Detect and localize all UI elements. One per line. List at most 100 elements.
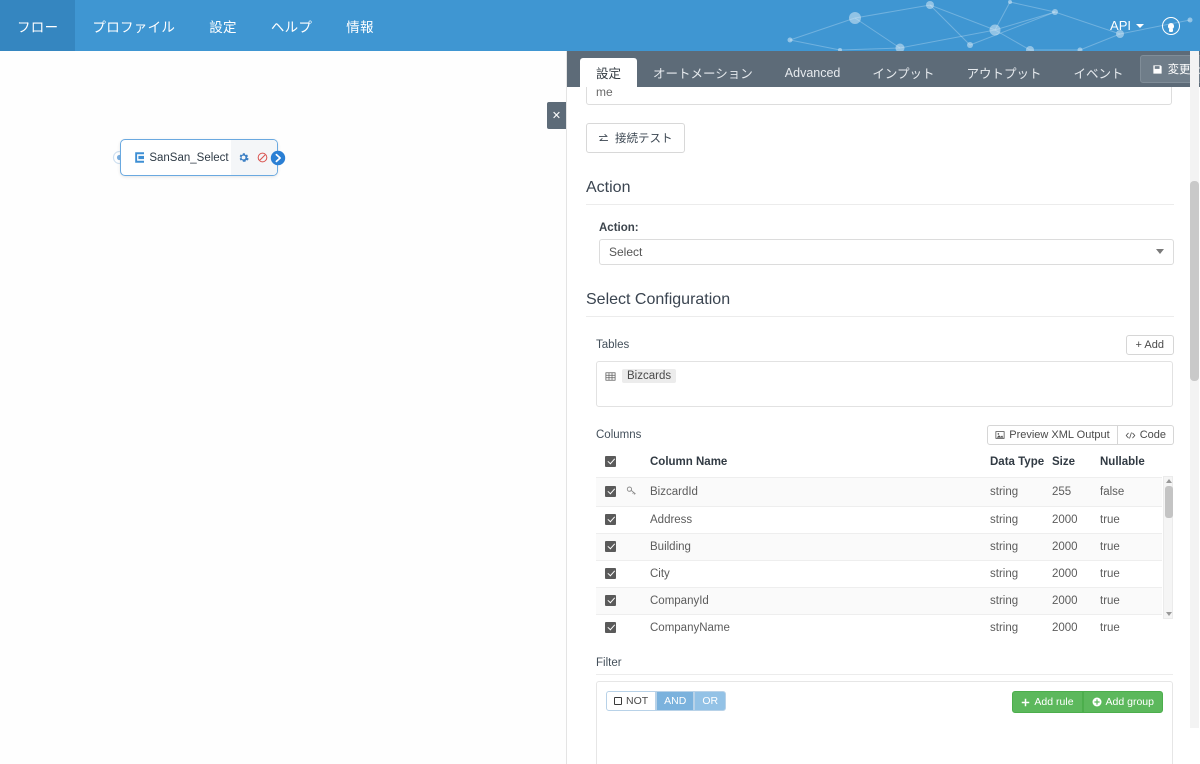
table-row[interactable]: Address string 2000 true — [596, 506, 1162, 534]
code-view-button[interactable]: Code — [1117, 425, 1174, 445]
row-data-type: string — [990, 614, 1052, 641]
add-group-button[interactable]: Add group — [1082, 691, 1163, 713]
tab-settings[interactable]: 設定 — [580, 58, 638, 87]
user-avatar-icon[interactable] — [1162, 16, 1180, 35]
node-output-port-icon[interactable] — [270, 150, 286, 166]
row-size: 2000 — [1052, 587, 1100, 615]
row-size: 2000 — [1052, 614, 1100, 641]
connection-test-button[interactable]: 接続テスト — [586, 123, 685, 153]
row-nullable: true — [1100, 533, 1162, 561]
image-preview-icon — [995, 431, 1005, 439]
gear-icon[interactable] — [238, 152, 249, 163]
plus-icon — [1022, 698, 1030, 706]
table-row[interactable]: City string 2000 true — [596, 560, 1162, 588]
row-nullable: true — [1100, 587, 1162, 615]
table-item-bizcards[interactable]: Bizcards — [605, 369, 677, 383]
table-row[interactable]: CompanyId string 2000 true — [596, 587, 1162, 615]
preview-xml-output-button[interactable]: Preview XML Output — [987, 425, 1118, 445]
not-square-icon — [614, 697, 622, 705]
row-size: 255 — [1052, 477, 1100, 507]
filter-and-label: AND — [664, 695, 687, 707]
nav-item-profile[interactable]: プロファイル — [75, 0, 192, 51]
row-column-name: BizcardId — [650, 477, 990, 507]
columns-header-row: Columns Preview XML Output Code — [596, 425, 1174, 445]
table-row[interactable]: Building string 2000 true — [596, 533, 1162, 561]
panel-scrollbar[interactable] — [1190, 51, 1199, 728]
nav-item-settings[interactable]: 設定 — [192, 0, 254, 51]
row-nullable: true — [1100, 560, 1162, 588]
columns-label: Columns — [596, 429, 642, 441]
row-data-type: string — [990, 477, 1052, 507]
add-group-label: Add group — [1105, 696, 1154, 708]
flow-node-sansan-select[interactable]: SanSan_Select — [120, 139, 278, 176]
nav-item-info[interactable]: 情報 — [329, 0, 391, 51]
columns-scrollbar-thumb[interactable] — [1165, 486, 1173, 518]
chevron-down-icon — [1136, 23, 1144, 28]
filter-or-button[interactable]: OR — [694, 691, 727, 711]
nullable-header: Nullable — [1100, 456, 1145, 468]
sansan-connector-icon — [132, 151, 147, 164]
tab-input[interactable]: インプット — [856, 58, 950, 87]
row-checkbox[interactable] — [605, 568, 616, 579]
circle-plus-icon — [1092, 697, 1102, 707]
panel-scrollbar-thumb[interactable] — [1190, 181, 1199, 381]
tab-events[interactable]: イベント — [1058, 58, 1140, 87]
row-checkbox[interactable] — [605, 541, 616, 552]
tab-label-automation: オートメーション — [653, 67, 753, 81]
row-data-type: string — [990, 506, 1052, 534]
filter-or-label: OR — [702, 695, 719, 707]
scroll-up-arrow-icon[interactable] — [1166, 479, 1172, 483]
filter-label: Filter — [596, 657, 1173, 675]
row-key-cell — [626, 533, 650, 561]
column-name-header: Column Name — [650, 456, 728, 468]
scroll-down-arrow-icon[interactable] — [1166, 612, 1172, 616]
row-checkbox[interactable] — [605, 514, 616, 525]
columns-action-buttons: Preview XML Output Code — [987, 425, 1174, 445]
filter-and-button[interactable]: AND — [656, 691, 695, 711]
row-checkbox[interactable] — [605, 486, 616, 497]
api-dropdown[interactable]: API — [1110, 18, 1144, 33]
tables-list-box[interactable]: Bizcards — [596, 361, 1173, 407]
panel-collapse-close-button[interactable]: ✕ — [547, 102, 566, 129]
row-checkbox-cell — [596, 614, 626, 641]
add-table-button[interactable]: + Add — [1125, 335, 1174, 355]
row-checkbox-cell — [596, 477, 626, 507]
transfer-arrows-icon — [598, 133, 609, 141]
filter-not-label: NOT — [626, 695, 649, 707]
tab-label-advanced: Advanced — [784, 65, 841, 80]
select-all-checkbox[interactable] — [605, 456, 616, 467]
preview-xml-output-label: Preview XML Output — [1009, 429, 1110, 441]
size-header: Size — [1052, 456, 1076, 468]
columns-table-scrollbar[interactable] — [1163, 476, 1173, 619]
nav-label-flow: フロー — [17, 19, 59, 35]
row-key-cell — [626, 587, 650, 615]
tab-advanced[interactable]: Advanced — [769, 58, 857, 87]
flow-node-label: SanSan_Select — [149, 151, 229, 164]
table-item-label[interactable]: Bizcards — [622, 369, 677, 383]
top-header-bar: フロー プロファイル 設定 ヘルプ 情報 API — [0, 0, 1200, 51]
filter-not-button[interactable]: NOT — [606, 691, 657, 711]
tab-label-output: アウトプット — [966, 67, 1042, 81]
row-key-cell — [626, 506, 650, 534]
nav-item-flow[interactable]: フロー — [0, 0, 76, 51]
flow-canvas[interactable]: SanSan_Select — [0, 51, 567, 764]
tab-output[interactable]: アウトプット — [951, 58, 1058, 87]
table-row[interactable]: CompanyName string 2000 true — [596, 614, 1162, 641]
add-rule-button[interactable]: Add rule — [1012, 691, 1083, 713]
circle-slash-icon[interactable] — [257, 152, 268, 163]
filter-builder-box[interactable]: NOT AND OR Add rule Add group — [596, 681, 1173, 764]
tab-automation[interactable]: オートメーション — [637, 58, 769, 87]
row-checkbox-cell — [596, 587, 626, 615]
action-section-heading: Action — [586, 179, 1174, 205]
row-checkbox[interactable] — [605, 595, 616, 606]
columns-table: Column Name Data Type Size Nullable Bizc… — [596, 452, 1162, 641]
partial-text-field[interactable] — [586, 87, 1172, 105]
row-nullable: true — [1100, 614, 1162, 641]
panel-scroll-body[interactable]: 接続テスト Action Action: Select Select Confi… — [567, 87, 1200, 764]
action-select-dropdown[interactable]: Select — [599, 239, 1174, 265]
row-checkbox-cell — [596, 506, 626, 534]
table-row[interactable]: BizcardId string 255 false — [596, 477, 1162, 507]
row-checkbox[interactable] — [605, 622, 616, 633]
main-navigation: フロー プロファイル 設定 ヘルプ 情報 — [0, 0, 391, 51]
nav-item-help[interactable]: ヘルプ — [254, 0, 329, 51]
